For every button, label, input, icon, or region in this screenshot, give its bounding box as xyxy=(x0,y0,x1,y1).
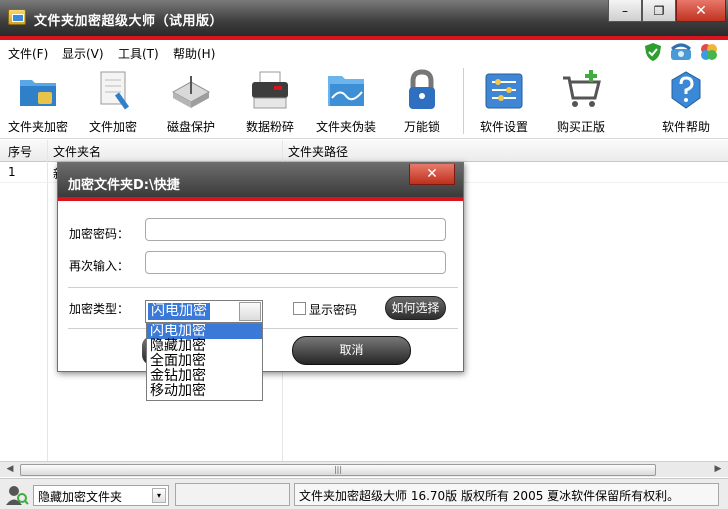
chevron-down-icon[interactable]: ▾ xyxy=(152,488,166,503)
dialog-divider xyxy=(68,287,458,288)
column-divider xyxy=(47,140,48,462)
restore-icon: ❐ xyxy=(653,3,665,18)
scroll-left-icon[interactable]: ◀ xyxy=(3,464,17,476)
tool-disk-protect[interactable]: 磁盘保护 xyxy=(155,68,227,136)
toolbar: 文件夹加密 文件加密 磁盘保护 数据粉碎 文件夹伪装 万能锁 软件设置 购买正版… xyxy=(0,64,728,139)
confirm-label: 再次输入： xyxy=(69,259,130,273)
padlock-icon xyxy=(400,68,444,112)
column-header-index[interactable]: 序号 xyxy=(8,143,32,160)
folder-lock-icon xyxy=(16,68,60,112)
dropdown-option[interactable]: 隐藏加密 xyxy=(147,339,262,354)
confirm-password-field[interactable] xyxy=(145,251,446,274)
tool-universal-lock[interactable]: 万能锁 xyxy=(386,68,458,136)
column-header-name[interactable]: 文件夹名 xyxy=(53,143,101,160)
dropdown-option[interactable]: 闪电加密 xyxy=(147,324,262,339)
encryption-type-select[interactable]: 闪电加密 xyxy=(145,300,263,323)
hide-mode-value: 隐藏加密文件夹 xyxy=(38,490,123,504)
tool-label: 文件夹加密 xyxy=(7,120,68,134)
cancel-button[interactable]: 取消 xyxy=(292,336,411,365)
dialog-title-bar: 加密文件夹D:\快捷 ✕ xyxy=(58,163,463,197)
dropdown-option[interactable]: 金钻加密 xyxy=(147,369,262,384)
tool-label: 文件加密 xyxy=(88,120,137,134)
status-panel xyxy=(175,483,290,506)
close-button[interactable]: ✕ xyxy=(676,0,726,22)
tool-label: 购买正版 xyxy=(556,120,605,134)
cart-icon xyxy=(559,68,603,112)
tool-settings[interactable]: 软件设置 xyxy=(468,68,540,136)
encryption-type-value: 闪电加密 xyxy=(148,303,210,320)
menu-view[interactable]: 显示(V) xyxy=(62,45,104,62)
close-icon: ✕ xyxy=(695,2,707,19)
settings-icon xyxy=(482,68,526,112)
title-bar: 文件夹加密超级大师（试用版） – ❐ ✕ xyxy=(0,0,728,36)
close-icon: ✕ xyxy=(426,166,438,182)
tool-data-shred[interactable]: 数据粉碎 xyxy=(234,68,306,136)
menu-file[interactable]: 文件(F) xyxy=(8,45,48,62)
dialog-close-button[interactable]: ✕ xyxy=(409,164,455,185)
tool-label: 软件帮助 xyxy=(661,120,710,134)
phone-icon[interactable] xyxy=(670,41,692,63)
tool-buy[interactable]: 购买正版 xyxy=(545,68,617,136)
user-search-icon[interactable] xyxy=(5,484,29,506)
window-controls: – ❐ ✕ xyxy=(608,0,726,22)
tool-folder-disguise[interactable]: 文件夹伪装 xyxy=(310,68,382,136)
column-header-path[interactable]: 文件夹路径 xyxy=(288,143,348,160)
tool-file-encrypt[interactable]: 文件加密 xyxy=(77,68,149,136)
app-icon xyxy=(8,9,26,25)
shredder-icon xyxy=(248,68,292,112)
password-field[interactable] xyxy=(145,218,446,241)
toolbar-separator xyxy=(463,68,464,134)
show-password-checkbox[interactable] xyxy=(293,302,306,315)
disk-usb-icon xyxy=(169,68,213,112)
dropdown-option[interactable]: 全面加密 xyxy=(147,354,262,369)
file-lock-icon xyxy=(91,68,135,112)
type-label: 加密类型： xyxy=(69,302,130,316)
dialog-title: 加密文件夹D:\快捷 xyxy=(68,178,180,193)
hide-mode-select[interactable]: 隐藏加密文件夹 ▾ xyxy=(33,485,169,506)
minimize-button[interactable]: – xyxy=(608,0,642,22)
password-label: 加密密码： xyxy=(69,227,130,241)
tool-label: 软件设置 xyxy=(479,120,528,134)
table-header: 序号 文件夹名 文件夹路径 xyxy=(0,140,728,162)
clover-icon[interactable] xyxy=(698,41,720,63)
tool-label: 磁盘保护 xyxy=(166,120,215,134)
dialog-accent-line xyxy=(58,197,463,201)
tool-label: 数据粉碎 xyxy=(245,120,294,134)
scroll-right-icon[interactable]: ▶ xyxy=(711,464,725,476)
minimize-icon: – xyxy=(622,3,628,18)
tool-label: 万能锁 xyxy=(403,120,440,134)
scrollbar-thumb[interactable]: ||| xyxy=(20,464,656,476)
how-to-choose-button[interactable]: 如何选择 xyxy=(385,296,446,320)
shield-check-icon[interactable] xyxy=(642,41,664,63)
horizontal-scrollbar[interactable]: ◀ ||| ▶ xyxy=(0,461,728,477)
window-title: 文件夹加密超级大师（试用版） xyxy=(34,14,224,29)
cell-index: 1 xyxy=(8,165,16,179)
chevron-down-icon[interactable] xyxy=(239,302,261,321)
tool-help[interactable]: 软件帮助 xyxy=(650,68,722,136)
encryption-type-dropdown: 闪电加密 隐藏加密 全面加密 金钻加密 移动加密 xyxy=(146,323,263,401)
dropdown-option[interactable]: 移动加密 xyxy=(147,384,262,399)
restore-button[interactable]: ❐ xyxy=(642,0,676,22)
copyright-text: 文件夹加密超级大师 16.70版 版权所有 2005 夏冰软件保留所有权利。 xyxy=(294,483,719,506)
help-icon xyxy=(664,68,708,112)
folder-disguise-icon xyxy=(324,68,368,112)
dialog-divider xyxy=(68,328,458,329)
show-password-label[interactable]: 显示密码 xyxy=(309,301,357,318)
status-bar: 隐藏加密文件夹 ▾ 文件夹加密超级大师 16.70版 版权所有 2005 夏冰软… xyxy=(0,478,728,509)
menu-bar: 文件(F) 显示(V) 工具(T) 帮助(H) xyxy=(0,40,728,64)
tool-folder-encrypt[interactable]: 文件夹加密 xyxy=(2,68,74,136)
menu-help[interactable]: 帮助(H) xyxy=(173,45,215,62)
menu-tools[interactable]: 工具(T) xyxy=(118,45,159,62)
tool-label: 文件夹伪装 xyxy=(315,120,376,134)
